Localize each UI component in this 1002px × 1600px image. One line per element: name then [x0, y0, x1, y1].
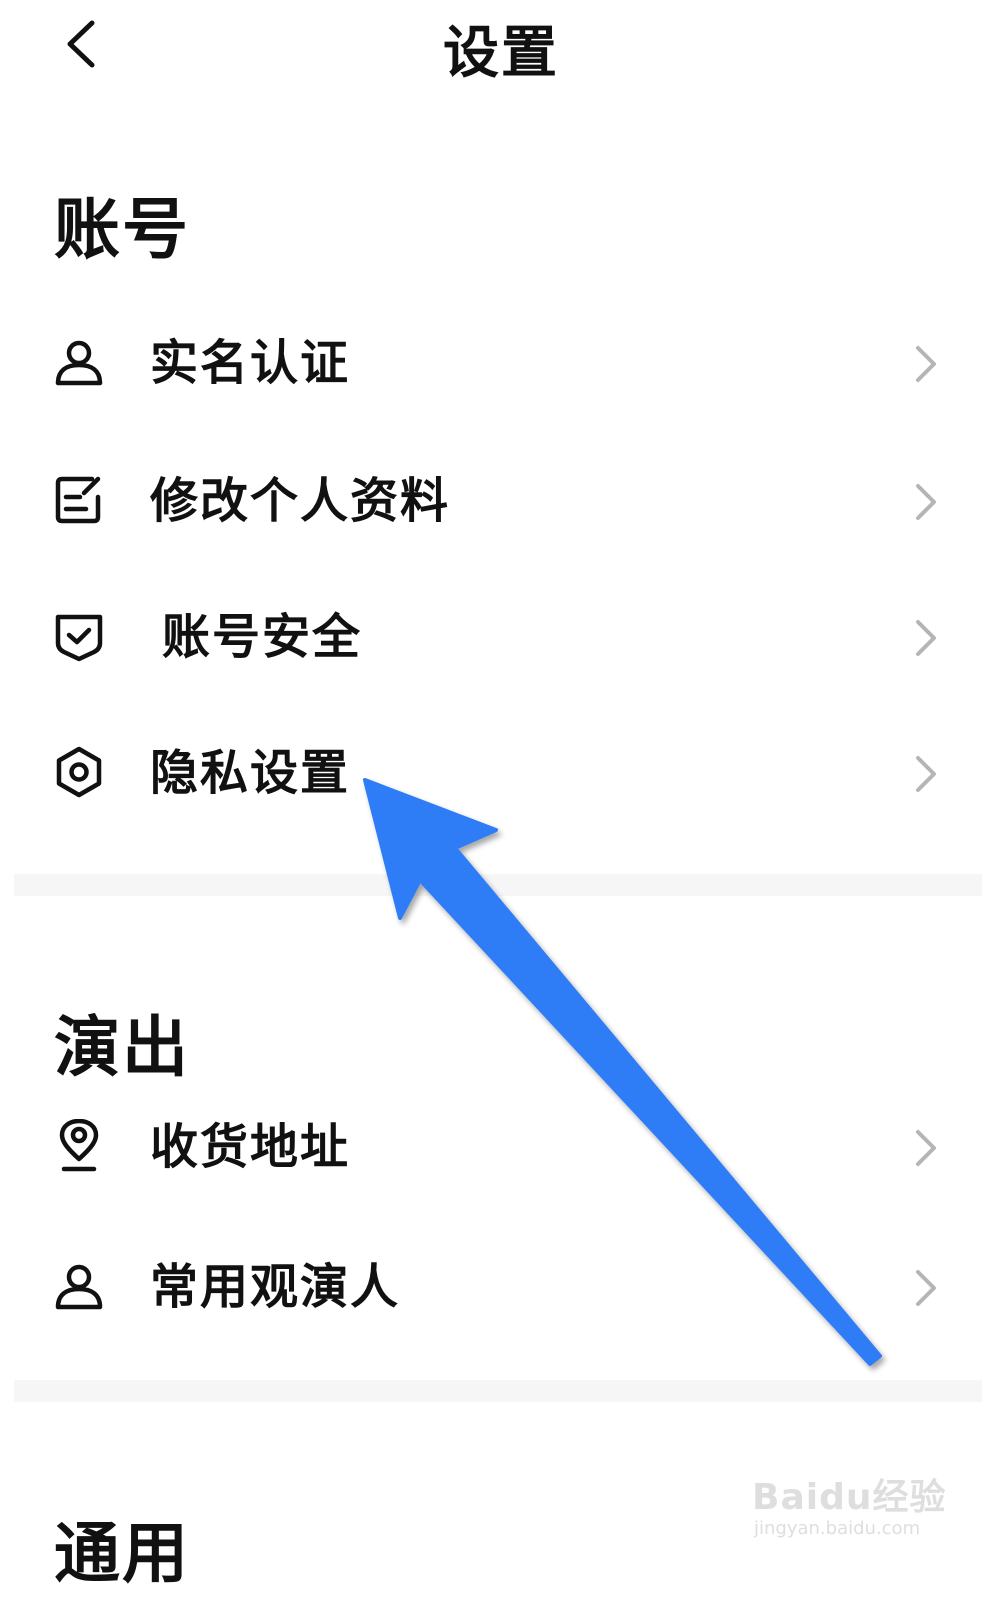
- edit-icon: [55, 476, 101, 524]
- list-item-label: 收货地址: [150, 1119, 351, 1175]
- location-pin-icon: [59, 1119, 99, 1172]
- list-item-frequent-attendees[interactable]: 常用观演人: [0, 1232, 1002, 1342]
- section-title-general: 通用: [54, 1515, 190, 1592]
- list-item-edit-profile[interactable]: 修改个人资料: [0, 446, 1002, 556]
- watermark-brand: Baidu经验: [752, 1477, 947, 1518]
- hexagon-settings-icon: [56, 746, 102, 798]
- page-title: 设置: [443, 21, 559, 86]
- list-item-privacy-settings[interactable]: 隐私设置: [0, 718, 1002, 828]
- watermark-url: jingyan.baidu.com: [754, 1518, 921, 1539]
- section-divider: [14, 1380, 982, 1402]
- list-item-account-security[interactable]: 账号安全: [0, 582, 1002, 692]
- user-icon: [55, 340, 103, 386]
- list-item-label: 账号安全: [162, 609, 363, 665]
- chevron-right-icon: [916, 620, 936, 656]
- chevron-right-icon: [916, 756, 936, 792]
- chevron-right-icon: [916, 1270, 936, 1306]
- user-icon: [55, 1264, 103, 1310]
- top-bar: 设置: [0, 0, 1002, 100]
- list-item-shipping-address[interactable]: 收货地址: [0, 1092, 1002, 1202]
- chevron-right-icon: [916, 1130, 936, 1166]
- list-item-real-name-verification[interactable]: 实名认证: [0, 308, 1002, 418]
- chevron-right-icon: [916, 484, 936, 520]
- chevron-right-icon: [916, 346, 936, 382]
- list-item-label: 修改个人资料: [150, 473, 451, 529]
- baidu-watermark: Baidu经验 jingyan.baidu.com: [752, 1460, 992, 1560]
- list-item-label: 实名认证: [150, 335, 351, 391]
- list-item-label: 隐私设置: [150, 745, 351, 801]
- settings-screen: 设置 账号 实名认证 修改个人资料 账号安全 隐私设置 演出 收货地址 常用观演…: [0, 0, 1002, 1600]
- shield-check-icon: [55, 614, 103, 662]
- section-title-performance: 演出: [54, 1009, 190, 1086]
- list-item-label: 常用观演人: [150, 1259, 401, 1315]
- section-divider: [14, 874, 982, 896]
- section-title-account: 账号: [54, 191, 190, 268]
